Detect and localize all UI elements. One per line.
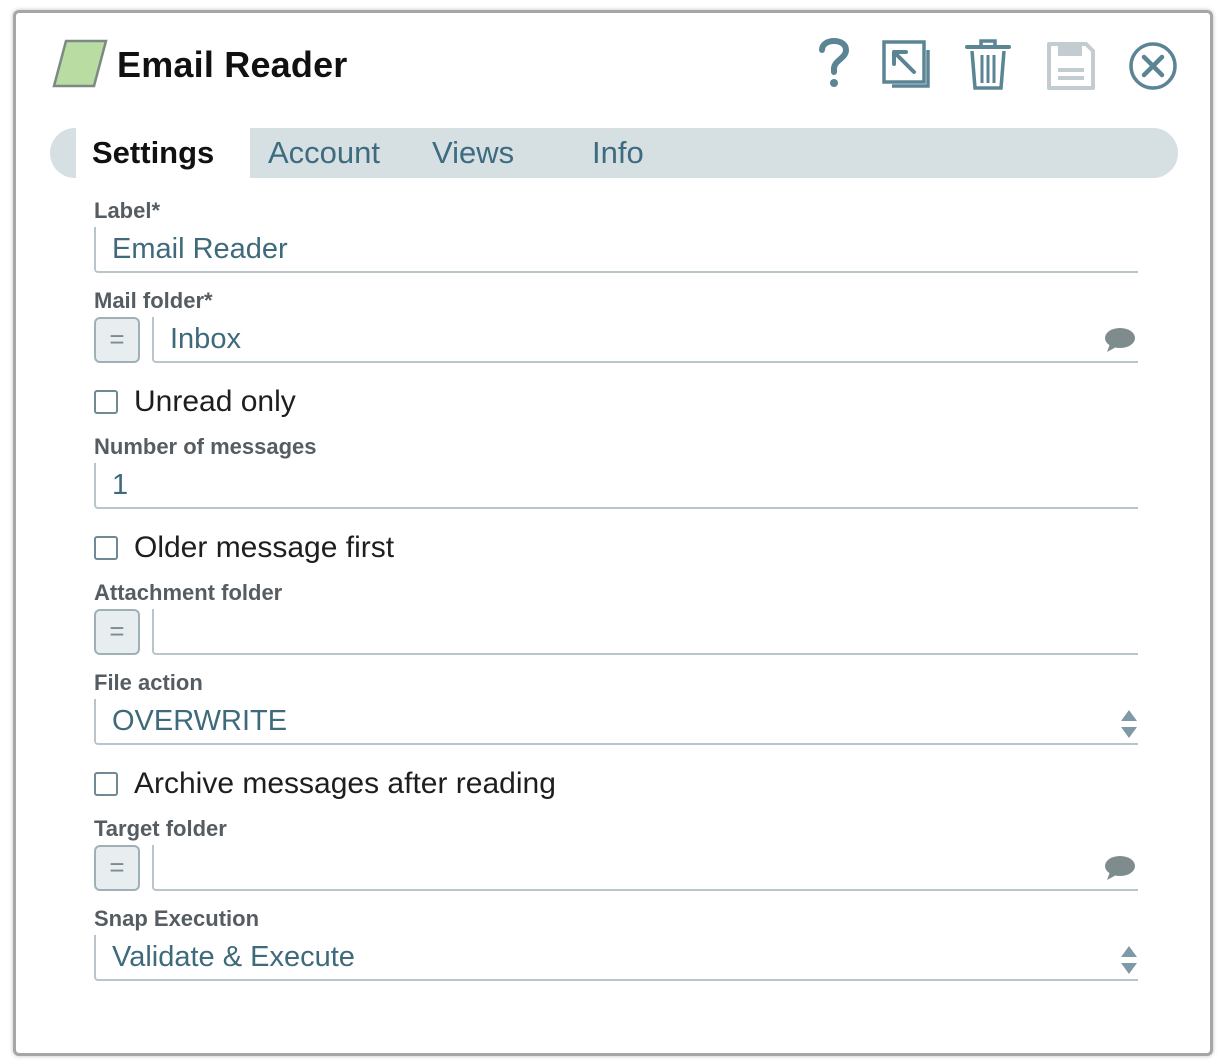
tab-bar: Settings Account Views Info <box>50 128 1178 183</box>
attachment-folder-input[interactable] <box>152 609 1138 655</box>
select-updown-icon <box>1121 710 1137 738</box>
mail-folder-label: Mail folder* <box>94 288 213 313</box>
mail-folder-value: Inbox <box>170 323 241 355</box>
target-folder-label: Target folder <box>94 816 227 841</box>
file-action-select[interactable]: OVERWRITE <box>94 699 1138 745</box>
tab-info[interactable]: Info <box>592 128 644 178</box>
older-message-first-label: Older message first <box>134 531 395 564</box>
tab-views[interactable]: Views <box>432 128 514 178</box>
attachment-folder-label: Attachment folder <box>94 580 283 605</box>
file-action-label: File action <box>94 670 203 695</box>
suggestion-bubble-icon[interactable] <box>1104 327 1136 353</box>
target-folder-input[interactable] <box>152 845 1138 891</box>
mail-folder-expression-toggle[interactable]: = <box>94 317 140 363</box>
help-icon[interactable] <box>816 36 852 90</box>
snap-type-icon <box>52 39 108 88</box>
file-action-value: OVERWRITE <box>112 705 288 737</box>
close-icon[interactable] <box>1128 41 1178 91</box>
archive-after-reading-checkbox[interactable] <box>94 772 118 796</box>
tab-settings[interactable]: Settings <box>76 128 250 183</box>
select-updown-icon <box>1121 946 1137 974</box>
save-icon <box>1047 42 1095 90</box>
export-icon[interactable] <box>882 40 934 92</box>
attachment-folder-expression-toggle[interactable]: = <box>94 609 140 655</box>
number-of-messages-input[interactable]: 1 <box>94 463 1138 509</box>
archive-after-reading-label: Archive messages after reading <box>134 767 556 800</box>
suggestion-bubble-icon[interactable] <box>1104 855 1136 881</box>
dialog-title: Email Reader <box>117 44 348 85</box>
snap-settings-dialog: Email Reader Settings Account Views Info… <box>13 10 1213 1056</box>
unread-only-label: Unread only <box>134 385 296 418</box>
snap-execution-value: Validate & Execute <box>112 941 355 973</box>
snap-execution-label: Snap Execution <box>94 906 260 931</box>
label-input[interactable]: Email Reader <box>94 227 1138 273</box>
number-of-messages-label: Number of messages <box>94 434 317 459</box>
snap-execution-select[interactable]: Validate & Execute <box>94 935 1138 981</box>
target-folder-expression-toggle[interactable]: = <box>94 845 140 891</box>
tab-account[interactable]: Account <box>268 128 380 178</box>
older-message-first-checkbox[interactable] <box>94 536 118 560</box>
delete-icon[interactable] <box>965 39 1011 91</box>
mail-folder-input[interactable]: Inbox <box>152 317 1138 363</box>
label-field-label: Label* <box>94 198 161 223</box>
unread-only-checkbox[interactable] <box>94 390 118 414</box>
